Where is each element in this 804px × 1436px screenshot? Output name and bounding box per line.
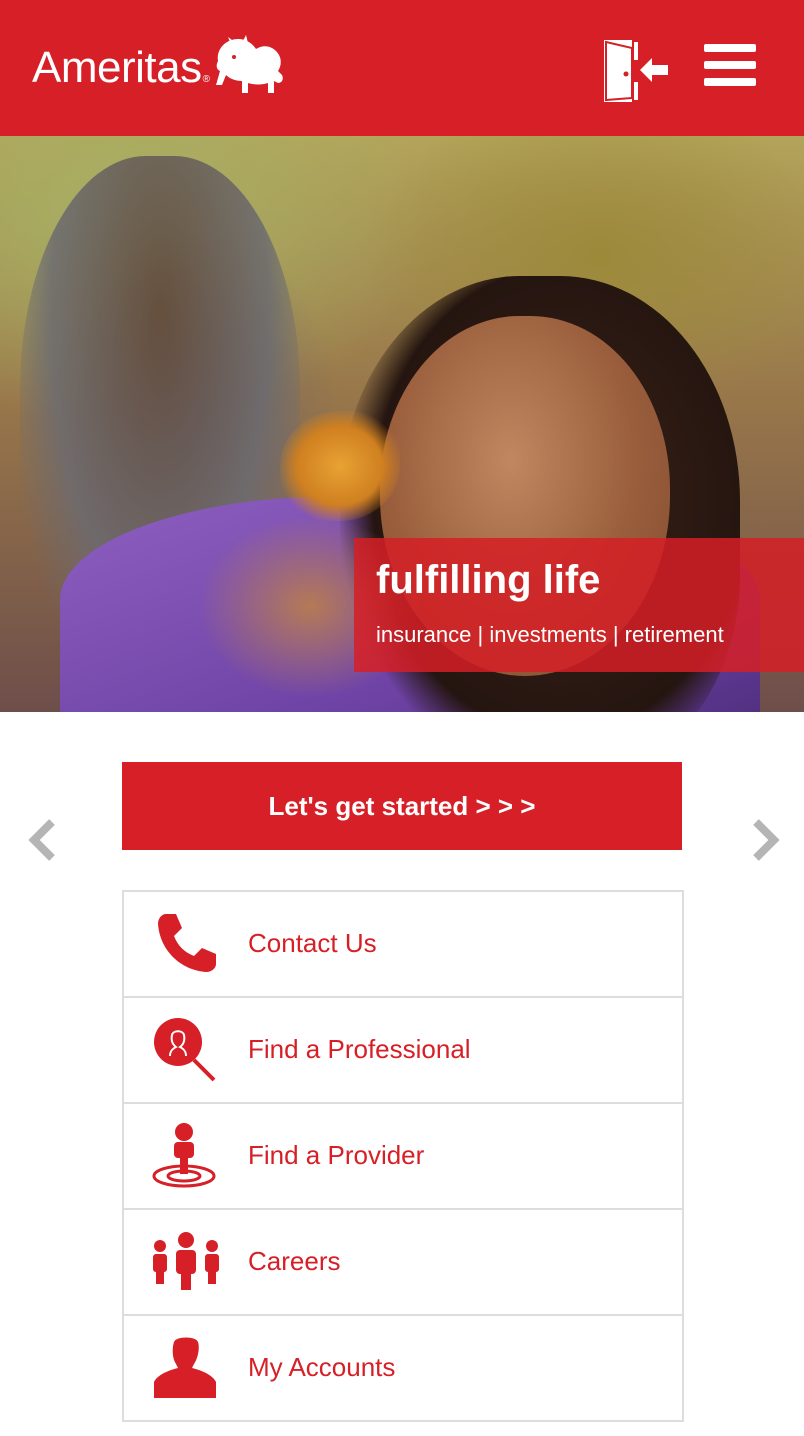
login-button[interactable]	[600, 36, 672, 106]
people-group-icon	[153, 1232, 219, 1290]
menu-bar-1	[704, 44, 756, 52]
chevron-right-icon	[753, 819, 780, 861]
carousel-prev-button[interactable]	[24, 818, 64, 862]
find-provider-link[interactable]: Find a Provider	[124, 1104, 682, 1210]
contact-us-label: Contact Us	[248, 928, 377, 958]
contact-us-link[interactable]: Contact Us	[124, 892, 682, 998]
chevron-left-icon	[28, 819, 55, 861]
phone-icon	[158, 914, 216, 972]
logo-text: Ameritas	[32, 43, 202, 92]
search-person-icon	[154, 1018, 216, 1082]
bison-logo-icon	[215, 35, 283, 93]
user-icon	[154, 1337, 216, 1398]
my-accounts-label: My Accounts	[248, 1352, 396, 1382]
logo-registered-mark: ®	[202, 73, 210, 85]
my-accounts-link[interactable]: My Accounts	[124, 1316, 682, 1420]
ameritas-logo[interactable]: Ameritas ®	[32, 30, 288, 106]
hero-title: fulfilling life	[376, 558, 601, 602]
site-header: Ameritas ®	[0, 0, 804, 136]
careers-link[interactable]: Careers	[124, 1210, 682, 1316]
menu-bar-2	[704, 61, 756, 69]
careers-label: Careers	[248, 1246, 341, 1276]
hero-photo-butterfly	[280, 411, 400, 521]
location-person-icon	[152, 1123, 216, 1188]
hamburger-menu-button[interactable]	[704, 44, 756, 92]
find-provider-label: Find a Provider	[248, 1140, 425, 1170]
login-door-icon	[604, 40, 668, 102]
carousel-next-button[interactable]	[744, 818, 784, 862]
hero-tagline: fulfilling life insurance | investments …	[354, 538, 804, 672]
hero-subtitle: insurance | investments | retirement	[376, 622, 724, 647]
quick-links-list: Contact Us Find a Professional Find a Pr…	[122, 890, 684, 1422]
find-professional-label: Find a Professional	[248, 1034, 471, 1064]
get-started-button[interactable]: Let's get started > > >	[122, 762, 682, 850]
hero-banner: fulfilling life insurance | investments …	[0, 136, 804, 712]
menu-bar-3	[704, 78, 756, 86]
find-professional-link[interactable]: Find a Professional	[124, 998, 682, 1104]
